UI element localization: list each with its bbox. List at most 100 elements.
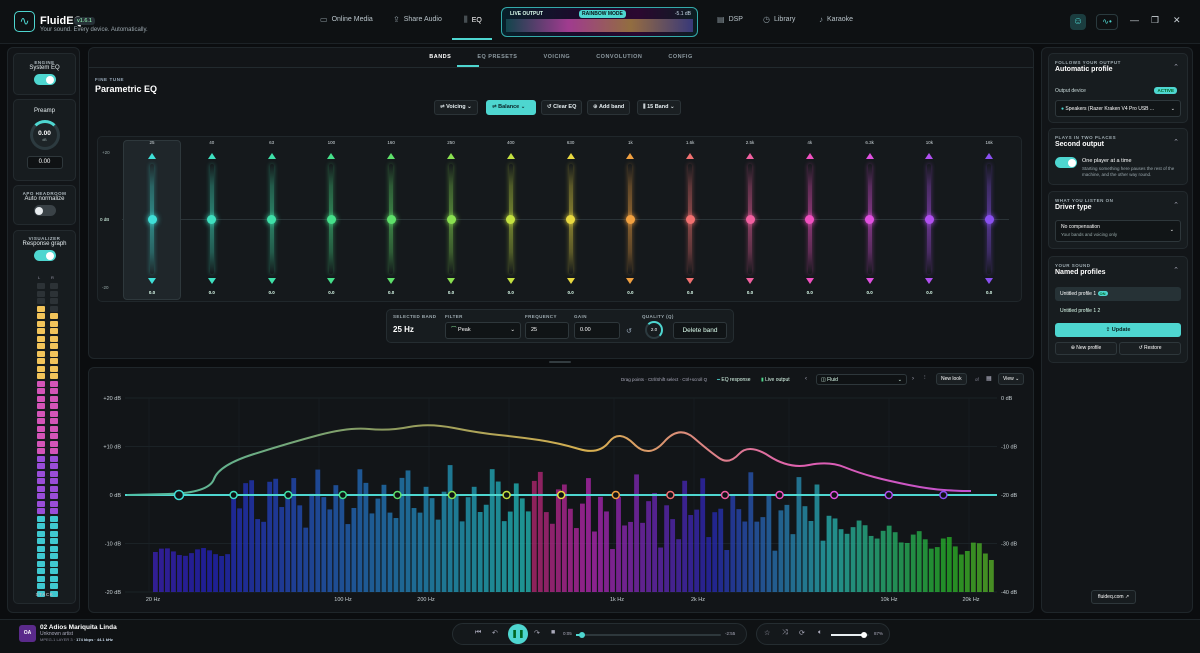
- update-button[interactable]: ⇪ Update: [1055, 323, 1181, 337]
- band-slider-thumb[interactable]: [805, 215, 815, 224]
- band-up-arrow-icon[interactable]: [148, 153, 156, 159]
- favorite-icon[interactable]: ☆: [764, 629, 770, 637]
- eq-band-point[interactable]: [447, 490, 457, 500]
- collapse-icon[interactable]: ⌃: [1173, 266, 1179, 274]
- eq-band-point[interactable]: [283, 490, 293, 500]
- eq-band-point[interactable]: [829, 490, 839, 500]
- seek-thumb[interactable]: [578, 632, 585, 638]
- rewind-icon[interactable]: ↶: [492, 629, 498, 637]
- previous-icon[interactable]: ⏮: [475, 629, 481, 637]
- band-up-arrow-icon[interactable]: [626, 153, 635, 159]
- band-count-dropdown[interactable]: ⫼ 15 Band ⌄: [637, 100, 681, 115]
- band-down-arrow-icon[interactable]: [267, 278, 276, 284]
- new-profile-button[interactable]: ⊕ New profile: [1055, 342, 1117, 355]
- band-down-arrow-icon[interactable]: [626, 278, 635, 284]
- eq-band-point[interactable]: [502, 490, 511, 500]
- band-up-arrow-icon[interactable]: [566, 153, 575, 159]
- frequency-input[interactable]: 25: [525, 322, 569, 339]
- band-slider-thumb[interactable]: [326, 215, 336, 224]
- band-down-arrow-icon[interactable]: [207, 278, 216, 284]
- tab-bands[interactable]: BANDS: [416, 54, 464, 60]
- nav-eq[interactable]: ⫼ EQ: [464, 15, 482, 25]
- band-slider-thumb[interactable]: [745, 215, 755, 224]
- eq-band-point[interactable]: [775, 490, 784, 500]
- grid-icon[interactable]: ▦: [986, 375, 992, 382]
- band-slider-thumb[interactable]: [865, 215, 875, 224]
- prev-preset-icon[interactable]: ‹: [805, 376, 807, 382]
- preset-select[interactable]: ◫ Fluid ⌄: [816, 374, 907, 385]
- nav-share-audio[interactable]: ⇪ Share Audio: [393, 15, 442, 24]
- tab-config[interactable]: CONFIG: [655, 54, 705, 60]
- preamp-value-input[interactable]: 0.00: [26, 156, 63, 169]
- response-graph-toggle[interactable]: [33, 250, 56, 261]
- auto-normalize-toggle[interactable]: [33, 205, 56, 216]
- next-preset-icon[interactable]: ›: [912, 376, 914, 382]
- one-player-toggle[interactable]: [1055, 157, 1077, 168]
- seek-bar[interactable]: [576, 632, 721, 638]
- profile-item-2[interactable]: Untitled profile 1 2: [1060, 308, 1100, 314]
- delete-band-button[interactable]: Delete band: [673, 322, 727, 339]
- band-slider-thumb[interactable]: [147, 215, 157, 224]
- shuffle-icon[interactable]: ⤨: [782, 629, 788, 637]
- response-graph[interactable]: +20 dB +10 dB 0 dB -10 dB -20 dB 0 dB -10 dB -2…: [89, 368, 1034, 613]
- gain-input[interactable]: 0.00: [574, 322, 620, 339]
- activity-pulse-icon[interactable]: ∿•: [1096, 14, 1118, 30]
- reset-gain-icon[interactable]: ↺: [626, 327, 632, 335]
- band-up-arrow-icon[interactable]: [327, 153, 336, 159]
- mascot-avatar-icon[interactable]: ☺: [1070, 14, 1086, 30]
- eq-band-point[interactable]: [338, 490, 348, 500]
- album-art[interactable]: OA: [19, 625, 36, 642]
- eq-band-point[interactable]: [939, 490, 948, 500]
- clear-eq-button[interactable]: ↺ Clear EQ: [541, 100, 583, 115]
- eq-band-point[interactable]: [720, 490, 730, 500]
- band-up-arrow-icon[interactable]: [447, 153, 455, 159]
- filter-select[interactable]: ⌒ Peak ⌄: [445, 322, 521, 339]
- maximize-button[interactable]: ❐: [1151, 15, 1159, 26]
- band-down-arrow-icon[interactable]: [686, 278, 695, 284]
- band-down-arrow-icon[interactable]: [327, 278, 336, 284]
- add-band-button[interactable]: ⊕ Add band: [587, 100, 631, 115]
- restore-button[interactable]: ↺ Restore: [1119, 342, 1181, 355]
- eq-band-point[interactable]: [556, 490, 566, 500]
- close-button[interactable]: ✕: [1173, 15, 1181, 26]
- band-down-arrow-icon[interactable]: [148, 278, 156, 284]
- band-down-arrow-icon[interactable]: [387, 278, 396, 284]
- band-down-arrow-icon[interactable]: [746, 278, 754, 284]
- tab-eq-presets[interactable]: EQ PRESETS: [464, 54, 530, 60]
- forward-icon[interactable]: ↷: [534, 629, 540, 637]
- eq-band-point[interactable]: [611, 490, 621, 500]
- band-up-arrow-icon[interactable]: [686, 153, 695, 159]
- nav-dsp[interactable]: ▤ DSP: [717, 15, 743, 24]
- collapse-icon[interactable]: ⌃: [1173, 138, 1179, 146]
- band-up-arrow-icon[interactable]: [925, 153, 934, 159]
- band-up-arrow-icon[interactable]: [865, 153, 874, 159]
- rainbow-mode-badge[interactable]: RAINBOW MODE: [579, 10, 626, 18]
- band-down-arrow-icon[interactable]: [506, 278, 515, 284]
- band-up-arrow-icon[interactable]: [506, 153, 515, 159]
- balance-chevron-icon[interactable]: ⌄: [521, 104, 526, 110]
- pause-button[interactable]: ❚❚: [508, 624, 528, 644]
- band-slider-thumb[interactable]: [685, 215, 695, 224]
- profile-item-1[interactable]: Untitled profile 1 ON: [1055, 287, 1181, 301]
- tab-voicing[interactable]: VOICING: [530, 54, 583, 60]
- collapse-icon[interactable]: ⌃: [1173, 201, 1179, 209]
- website-link[interactable]: fluideq.com ↗: [1091, 590, 1137, 604]
- volume-thumb[interactable]: [861, 632, 868, 638]
- eq-band-point[interactable]: [884, 490, 894, 500]
- nav-online-media[interactable]: ▭ Online Media: [320, 15, 373, 24]
- band-down-arrow-icon[interactable]: [865, 278, 874, 284]
- eq-band-point[interactable]: [666, 490, 675, 500]
- q-knob[interactable]: 2.0: [645, 321, 663, 339]
- legend-eq-response[interactable]: ━ EQ response: [717, 377, 751, 383]
- eq-band-point[interactable]: [393, 490, 402, 500]
- panel-resize-handle[interactable]: [549, 361, 571, 363]
- tab-convolution[interactable]: CONVOLUTION: [583, 54, 655, 60]
- preamp-knob[interactable]: 0.00 dB: [29, 120, 60, 150]
- band-up-arrow-icon[interactable]: [387, 153, 396, 159]
- balance-button[interactable]: ⇌ Balance ⌄: [486, 100, 536, 115]
- nav-karaoke[interactable]: ♪ Karaoke: [819, 15, 853, 24]
- band-down-arrow-icon[interactable]: [566, 278, 575, 284]
- minimize-button[interactable]: —: [1130, 15, 1139, 25]
- band-up-arrow-icon[interactable]: [985, 153, 994, 159]
- volume-icon[interactable]: 🔈︎: [818, 629, 822, 637]
